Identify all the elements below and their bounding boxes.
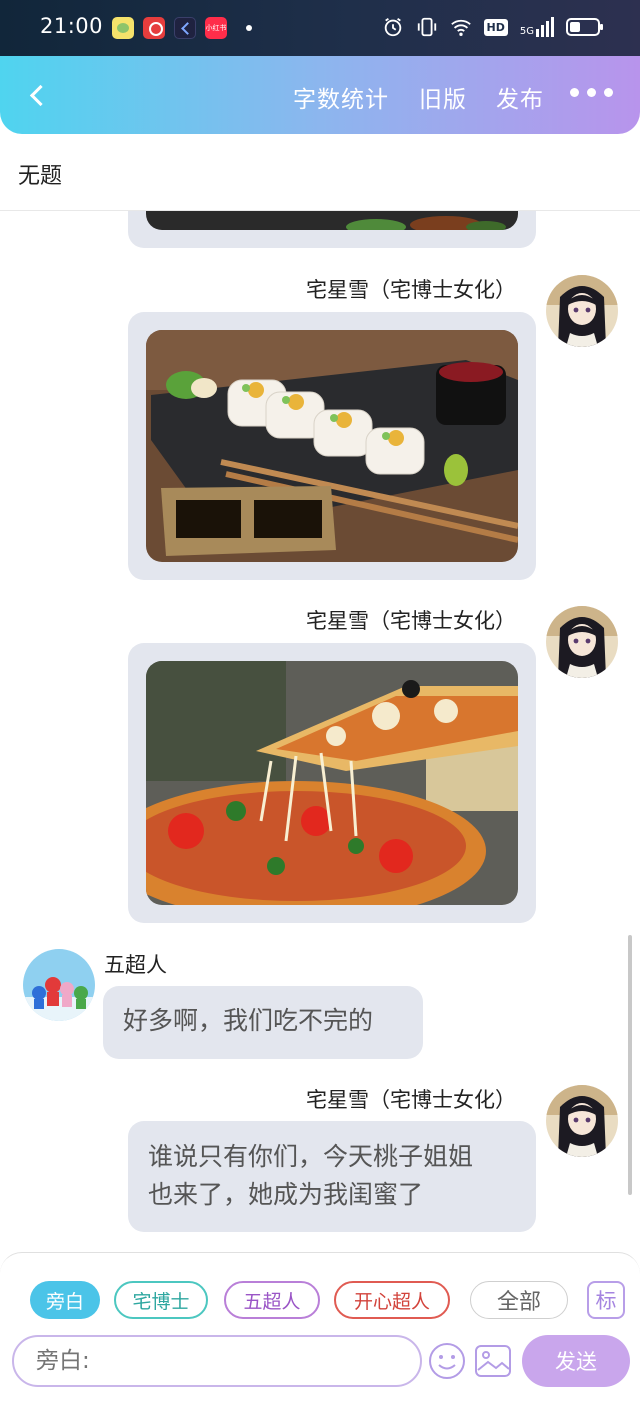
image-message-partial[interactable] bbox=[128, 211, 536, 248]
role-chip-wuchaoren[interactable]: 五超人 bbox=[224, 1281, 320, 1319]
role-chip-happy-superman[interactable]: 开心超人 bbox=[334, 1281, 450, 1319]
more-options-icon[interactable] bbox=[570, 88, 613, 97]
avatar-zhaoxingxue[interactable] bbox=[546, 606, 618, 678]
message-input[interactable] bbox=[12, 1335, 422, 1387]
notification-dot-icon bbox=[246, 25, 252, 31]
text-message[interactable]: 好多啊，我们吃不完的 bbox=[103, 986, 423, 1059]
cartoon-heroes-avatar-image bbox=[23, 949, 95, 1021]
avatar-wuchaoren[interactable] bbox=[23, 949, 95, 1021]
status-time: 21:00 bbox=[40, 14, 104, 38]
text-message-line: 谁说只有你们，今天桃子姐姐 bbox=[148, 1142, 474, 1171]
publish-button[interactable]: 发布 bbox=[496, 80, 544, 114]
text-message-line: 也来了，她成为我闺蜜了 bbox=[148, 1180, 424, 1209]
kuaishou-icon bbox=[174, 17, 196, 39]
anime-girl-avatar-image bbox=[546, 1085, 618, 1157]
composer-bar: 旁白 宅博士 五超人 开心超人 全部 标 发送 bbox=[0, 1252, 640, 1422]
food-photo-partial-image bbox=[146, 211, 518, 230]
document-title[interactable]: 无题 bbox=[18, 158, 62, 190]
wifi-icon bbox=[450, 19, 471, 36]
mark-button[interactable]: 标 bbox=[587, 1281, 625, 1319]
meituan-icon bbox=[112, 17, 134, 39]
status-bar: 21:00 小红书 HD 5G bbox=[0, 0, 640, 56]
emoji-icon[interactable] bbox=[428, 1342, 466, 1380]
food-photo-partial[interactable] bbox=[146, 211, 518, 230]
avatar-zhaoxingxue[interactable] bbox=[546, 1085, 618, 1157]
anime-girl-avatar-image bbox=[546, 606, 618, 678]
xiaohongshu-icon: 小红书 bbox=[205, 17, 227, 39]
role-chip-all[interactable]: 全部 bbox=[470, 1281, 568, 1319]
word-count-button[interactable]: 字数统计 bbox=[293, 80, 389, 114]
sushi-photo[interactable] bbox=[146, 330, 518, 562]
status-app-icons: 小红书 bbox=[112, 17, 252, 39]
network-type-label: 5G bbox=[519, 26, 534, 37]
pizza-photo-image bbox=[146, 661, 518, 905]
sender-name: 五超人 bbox=[104, 953, 167, 977]
back-button[interactable] bbox=[20, 78, 54, 112]
sender-name: 宅星雪（宅博士女化） bbox=[306, 278, 516, 302]
role-chip-doctor[interactable]: 宅博士 bbox=[114, 1281, 208, 1319]
chat-scrollbar[interactable] bbox=[628, 935, 632, 1195]
pizza-photo[interactable] bbox=[146, 661, 518, 905]
image-upload-icon[interactable] bbox=[474, 1342, 512, 1380]
5g-signal-icon: 5G bbox=[520, 17, 554, 37]
chat-area[interactable]: 宅星雪（宅博士女化） 宅星雪（宅博士女化） 五超人 好多啊，我们吃不完的 宅星雪… bbox=[0, 211, 640, 1251]
old-version-button[interactable]: 旧版 bbox=[419, 80, 467, 114]
sender-name: 宅星雪（宅博士女化） bbox=[306, 1088, 516, 1112]
battery-icon bbox=[566, 18, 603, 36]
status-indicators: HD 5G bbox=[382, 16, 603, 38]
image-message-pizza[interactable] bbox=[128, 643, 536, 923]
send-button[interactable]: 发送 bbox=[522, 1335, 630, 1387]
text-message[interactable]: 谁说只有你们，今天桃子姐姐 也来了，她成为我闺蜜了 bbox=[128, 1121, 536, 1232]
avatar-zhaoxingxue[interactable] bbox=[546, 275, 618, 347]
text-message-content: 好多啊，我们吃不完的 bbox=[123, 1006, 374, 1035]
sender-name: 宅星雪（宅博士女化） bbox=[306, 609, 516, 633]
sushi-photo-image bbox=[146, 330, 518, 562]
anime-girl-avatar-image bbox=[546, 275, 618, 347]
netease-music-icon bbox=[143, 17, 165, 39]
vibrate-icon bbox=[417, 17, 436, 37]
alarm-icon bbox=[384, 17, 401, 37]
hd-icon: HD bbox=[483, 18, 508, 36]
image-message-sushi[interactable] bbox=[128, 312, 536, 580]
role-chip-narration[interactable]: 旁白 bbox=[30, 1281, 100, 1319]
editor-header: 字数统计 旧版 发布 bbox=[0, 56, 640, 134]
